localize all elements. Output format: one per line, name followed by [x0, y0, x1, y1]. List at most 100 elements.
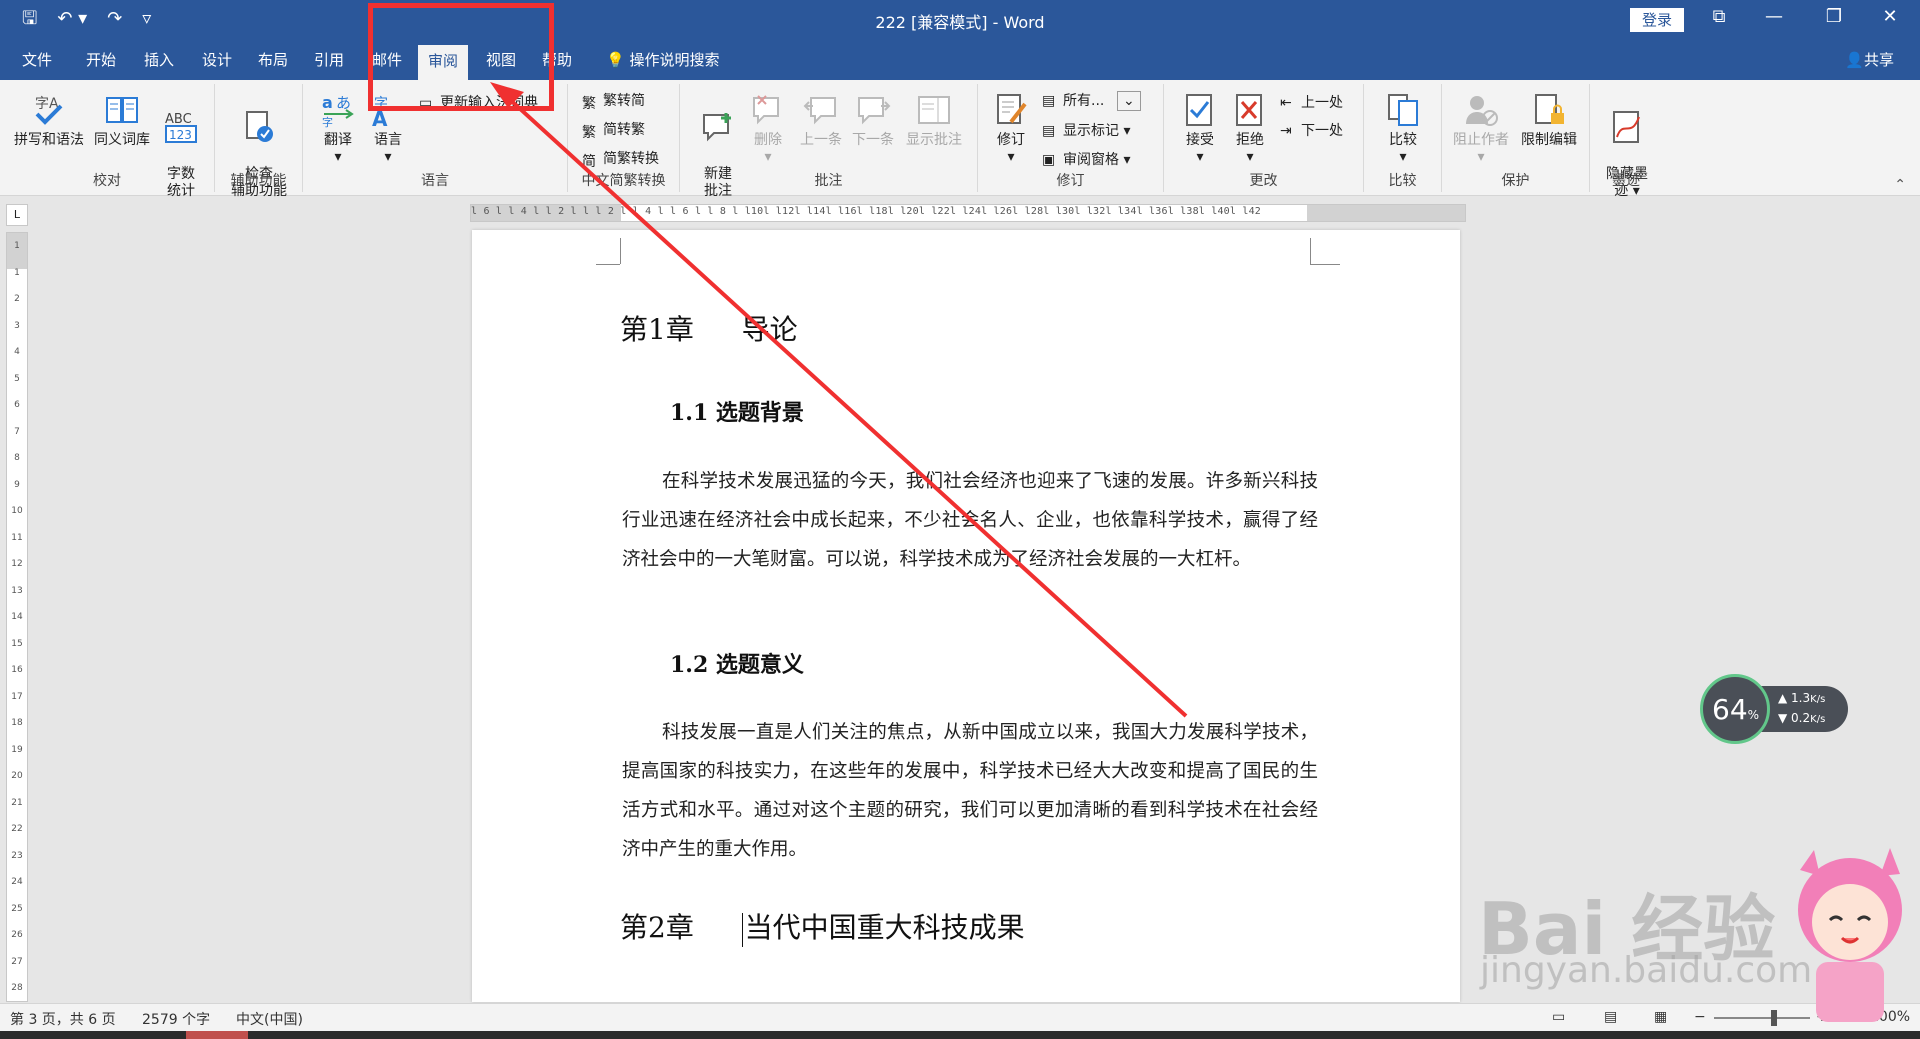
review-pane-button[interactable]: ▣ 审阅窗格 ▾ — [1042, 149, 1130, 169]
block-authors-button[interactable]: 阻止作者 ▾ — [1450, 92, 1512, 166]
group-label: 更改 — [1249, 173, 1278, 189]
paragraph[interactable]: 在科学技术发展迅猛的今天，我们社会经济也迎来了飞速的发展。许多新兴科技行业迅速在… — [622, 462, 1318, 579]
document-page[interactable]: 第1章 导论 1.1 选题背景 在科学技术发展迅猛的今天，我们社会经济也迎来了飞… — [472, 230, 1460, 1002]
convert-button[interactable]: 简简繁转换 — [582, 148, 659, 170]
cpu-gauge: 64% — [1700, 674, 1770, 744]
ruler-tick-label: 16 — [11, 665, 23, 675]
translate-button[interactable]: aあ字 翻译 ▾ — [315, 92, 361, 166]
ruler-tick-label: 6 — [14, 400, 20, 410]
crop-mark — [1310, 264, 1340, 265]
horizontal-ruler[interactable]: l 6 l l 4 l l 2 l l l 2 l l 4 l l 6 l l … — [470, 204, 1466, 222]
compare-button[interactable]: 比较 ▾ — [1380, 92, 1426, 166]
to-simplified-button[interactable]: 繁繁转简 — [582, 90, 645, 112]
read-mode-icon[interactable]: ▭ — [1552, 1009, 1565, 1025]
page-count[interactable]: 第 3 页，共 6 页 — [10, 1009, 116, 1029]
ruler-tick-label: 1 — [14, 267, 20, 278]
delete-comment-button[interactable]: 删除 ▾ — [746, 92, 790, 166]
show-comments-button[interactable]: 显示批注 — [902, 92, 966, 149]
group-label: 批注 — [814, 173, 843, 189]
chapter-heading[interactable]: 第1章 导论 — [620, 308, 798, 348]
thesaurus-button[interactable]: 同义词库 — [90, 92, 154, 149]
share-button[interactable]: 👤共享 — [1845, 40, 1894, 80]
ruler-tick-label: 19 — [11, 744, 23, 755]
previous-change-button[interactable]: ⇤ 上一处 — [1280, 92, 1343, 112]
tab-file[interactable]: 文件 — [12, 40, 62, 80]
accept-button[interactable]: 接受 ▾ — [1178, 92, 1222, 166]
ruler-tick-label: 13 — [11, 585, 23, 596]
collapse-ribbon-icon[interactable]: ⌃ — [1894, 177, 1906, 193]
tab-design[interactable]: 设计 — [192, 40, 242, 80]
vertical-ruler[interactable]: 1 1 2 3 4 5 6 7 8 9 10 11 12 13 14 15 16 17 18 19 20 21 22 23 24… — [6, 232, 28, 1002]
reject-button[interactable]: 拒绝 ▾ — [1228, 92, 1272, 166]
next-change-icon: ⇥ — [1280, 123, 1292, 139]
block-authors-icon — [1466, 96, 1498, 126]
word-count[interactable]: 2579 个字 — [142, 1009, 210, 1029]
group-label: 语言 — [421, 173, 449, 189]
ruler-tick-label: 14 — [11, 612, 23, 622]
svg-text:ABC: ABC — [165, 112, 192, 127]
track-changes-button[interactable]: 修订 ▾ — [988, 92, 1034, 166]
upload-speed: ▲ 1.3K/s — [1778, 691, 1826, 705]
ruler-tick-label: 22 — [11, 824, 23, 834]
ruler-tick-label: 17 — [11, 691, 23, 702]
spelling-grammar-button[interactable]: 字A 拼写和语法 — [10, 92, 88, 149]
status-bar: 第 3 页，共 6 页 2579 个字 中文(中国) ▭ ▤ ▦ − + 100… — [0, 1003, 1920, 1031]
crop-mark — [596, 264, 620, 265]
network-speed-widget[interactable]: ▲ 1.3K/s ▼ 0.2K/s 64% — [1700, 674, 1848, 744]
ruler-tick-label: 21 — [11, 797, 23, 808]
chapter-number: 第2章 — [620, 911, 694, 944]
markup-dropdown[interactable]: ▤ 所有... ⌄ — [1042, 90, 1141, 111]
show-markup-button[interactable]: ▤ 显示标记 ▾ — [1042, 120, 1130, 140]
text-cursor — [741, 912, 743, 947]
markup-icon: ▤ — [1042, 93, 1056, 109]
paragraph[interactable]: 科技发展一直是人们关注的焦点，从新中国成立以来，我国大力发展科学技术，提高国家的… — [622, 713, 1318, 869]
ruler-tick-label: 10 — [11, 506, 23, 516]
ruler-tick-label: 27 — [11, 956, 23, 967]
group-compare: 比较 ▾ 比较 — [1364, 84, 1442, 192]
group-label: 中文简繁转换 — [581, 173, 666, 189]
ruler-margin-top — [7, 233, 27, 269]
group-tracking: 修订 ▾ ▤ 所有... ⌄ ▤ 显示标记 ▾ ▣ 审阅窗格 ▾ 修订 — [978, 84, 1164, 192]
to-traditional-button[interactable]: 繁简转繁 — [582, 119, 645, 141]
ribbon-review: 字A 拼写和语法 同义词库 ABC 123 字数 统计 校对 检查 辅助功能 辅助… — [0, 80, 1920, 199]
minimize-button[interactable]: — — [1754, 6, 1794, 27]
chevron-down-icon[interactable]: ⌄ — [1116, 91, 1141, 111]
ruler-tick-label: 11 — [11, 532, 23, 543]
next-comment-button[interactable]: 下一条 — [848, 92, 898, 149]
section-heading[interactable]: 1.1 选题背景 — [670, 395, 804, 427]
tab-home[interactable]: 开始 — [76, 40, 126, 80]
svg-text:字: 字 — [322, 115, 333, 128]
tab-layout[interactable]: 布局 — [248, 40, 298, 80]
tab-references[interactable]: 引用 — [304, 40, 354, 80]
zoom-out-button[interactable]: − — [1694, 1009, 1706, 1025]
crop-mark — [620, 238, 621, 264]
previous-comment-button[interactable]: 上一条 — [796, 92, 846, 149]
ribbon-display-icon[interactable]: ⧉ — [1699, 6, 1739, 27]
tab-insert[interactable]: 插入 — [134, 40, 184, 80]
language-indicator[interactable]: 中文(中国) — [236, 1009, 303, 1029]
tab-selector[interactable]: L — [6, 204, 28, 226]
section-heading[interactable]: 1.2 选题意义 — [670, 647, 804, 679]
track-changes-icon — [997, 94, 1027, 124]
group-label: 修订 — [1056, 173, 1085, 189]
close-button[interactable]: ✕ — [1870, 6, 1910, 27]
login-button[interactable]: 登录 — [1630, 8, 1684, 32]
watermark-url: jingyan.baidu.com — [1480, 950, 1813, 991]
maximize-button[interactable]: ❐ — [1814, 6, 1854, 27]
crop-mark — [1310, 238, 1311, 264]
group-chinese-conversion: 繁繁转简 繁简转繁 简简繁转换 中文简繁转换 — [568, 84, 680, 192]
svg-text:あ: あ — [336, 94, 351, 112]
traditional-icon: 繁 — [582, 125, 596, 141]
group-label: 校对 — [93, 173, 121, 189]
group-comments: 新建 批注 删除 ▾ 上一条 下一条 显示批注 批注 — [680, 84, 978, 199]
tell-me-search[interactable]: 💡 操作说明搜索 — [596, 40, 729, 80]
simplified-icon: 繁 — [582, 96, 596, 112]
chapter-heading[interactable]: 第2章 当代中国重大科技成果 — [620, 906, 1025, 947]
restrict-editing-button[interactable]: 限制编辑 — [1516, 92, 1582, 149]
web-layout-icon[interactable]: ▦ — [1654, 1009, 1667, 1025]
ruler-tick-label: 26 — [11, 930, 23, 940]
ruler-tick-label: 24 — [11, 877, 23, 887]
print-layout-icon[interactable]: ▤ — [1604, 1009, 1617, 1025]
next-change-button[interactable]: ⇥ 下一处 — [1280, 120, 1343, 140]
previous-change-icon: ⇤ — [1280, 95, 1292, 111]
